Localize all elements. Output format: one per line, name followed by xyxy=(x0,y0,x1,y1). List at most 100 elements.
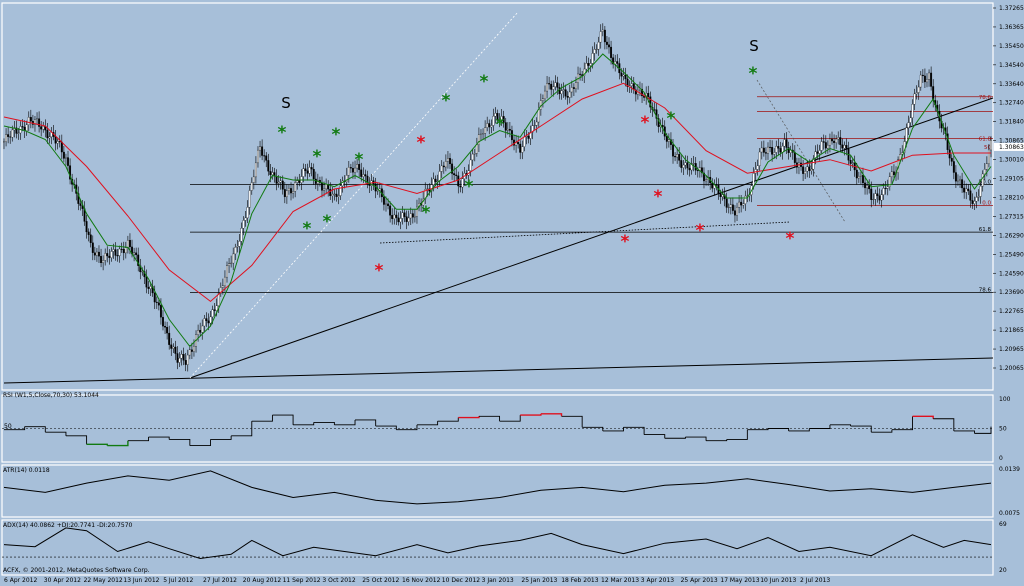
candle-body xyxy=(174,346,177,354)
candle-body xyxy=(323,188,326,191)
red-star-marker: * xyxy=(417,133,426,153)
candle-body xyxy=(921,74,924,77)
green-star-marker: * xyxy=(465,177,474,197)
candle-body xyxy=(985,163,988,170)
candle-body xyxy=(155,301,158,303)
candle-body xyxy=(973,200,976,204)
candle-body xyxy=(826,144,829,149)
candle-body xyxy=(835,138,838,143)
candle-body xyxy=(729,204,732,208)
candle-body xyxy=(432,178,435,185)
candle-body xyxy=(296,180,299,183)
pattern-label-s: S xyxy=(281,94,291,112)
candle-body xyxy=(562,89,565,91)
candle-body xyxy=(228,263,231,266)
candle-body xyxy=(170,344,173,349)
candle-body xyxy=(397,217,400,223)
candle-body xyxy=(548,83,551,85)
candle-body xyxy=(692,163,695,165)
candle-body xyxy=(475,144,478,154)
candle-body xyxy=(236,246,239,248)
candle-body xyxy=(923,75,926,83)
candle-body xyxy=(197,329,200,335)
candle-body xyxy=(954,172,957,182)
candle-body xyxy=(166,327,169,334)
candle-body xyxy=(857,176,860,179)
price-tick-label: 1.26290 xyxy=(999,232,1024,239)
candle-body xyxy=(168,332,171,345)
candle-body xyxy=(605,41,608,45)
fib-label: 0.0 xyxy=(982,200,991,206)
candle-body xyxy=(752,173,755,186)
candle-body xyxy=(446,158,449,162)
candle-body xyxy=(387,203,390,207)
candle-body xyxy=(769,146,772,148)
candle-body xyxy=(864,182,866,189)
price-tick-label: 1.33640 xyxy=(999,81,1024,88)
candle-body xyxy=(186,354,189,365)
candle-body xyxy=(696,170,699,172)
candle-body xyxy=(506,128,509,131)
candle-body xyxy=(244,217,247,221)
candle-body xyxy=(221,285,224,288)
candle-body xyxy=(886,186,889,189)
green-star-marker: * xyxy=(278,123,287,143)
candle-body xyxy=(839,137,842,145)
candle-body xyxy=(742,203,745,206)
indicator-tick-label: 20 xyxy=(999,567,1007,574)
atr-legend: ATR(14) 0.0118 xyxy=(3,467,50,474)
candle-body xyxy=(585,63,588,70)
candle-body xyxy=(969,190,972,201)
candle-body xyxy=(831,138,833,142)
copyright-text: ACFX, © 2001-2012, MetaQuotes Software C… xyxy=(3,567,150,574)
candle-body xyxy=(622,74,625,77)
candle-body xyxy=(731,204,734,211)
candle-body xyxy=(595,48,598,50)
indicator-tick-label: 50 xyxy=(999,426,1007,433)
candle-body xyxy=(242,220,245,229)
candle-body xyxy=(7,134,10,137)
candle-body xyxy=(164,326,167,328)
candle-body xyxy=(440,165,443,172)
candle-body xyxy=(620,72,623,77)
green-star-marker: * xyxy=(442,91,451,111)
candle-body xyxy=(508,128,511,131)
candle-body xyxy=(184,360,187,365)
candle-body xyxy=(833,140,836,143)
candle-body xyxy=(122,249,125,254)
candle-body xyxy=(391,215,394,219)
fib-label: 78.6 xyxy=(979,95,992,101)
candle-body xyxy=(401,212,404,219)
candle-body xyxy=(744,195,747,204)
candle-body xyxy=(399,218,402,223)
indicator-tick-label: 0.0139 xyxy=(999,466,1020,473)
candle-body xyxy=(267,160,270,172)
candle-body xyxy=(254,162,257,178)
candle-body xyxy=(230,262,233,264)
candle-body xyxy=(129,239,131,248)
candle-body xyxy=(564,89,567,97)
candle-body xyxy=(93,252,96,256)
candle-body xyxy=(110,251,113,258)
time-tick-label: 16 Nov 2012 xyxy=(402,577,441,584)
candle-body xyxy=(389,205,392,216)
candle-body xyxy=(610,46,613,58)
candle-body xyxy=(948,149,951,159)
candle-body xyxy=(913,93,916,105)
time-tick-label: 3 Jan 2013 xyxy=(482,577,514,584)
fib-label: 78.6 xyxy=(979,287,992,293)
candle-body xyxy=(570,87,573,93)
candle-body xyxy=(312,168,315,180)
candle-body xyxy=(329,188,332,197)
candle-body xyxy=(928,72,931,80)
candle-body xyxy=(271,172,274,175)
candle-body xyxy=(100,256,102,264)
candle-body xyxy=(907,122,910,128)
candle-body xyxy=(579,73,582,75)
candle-body xyxy=(118,248,121,256)
candle-body xyxy=(876,193,879,196)
red-star-marker: * xyxy=(621,232,630,252)
candle-body xyxy=(593,49,596,54)
candle-body xyxy=(550,83,553,90)
candle-body xyxy=(263,155,266,157)
